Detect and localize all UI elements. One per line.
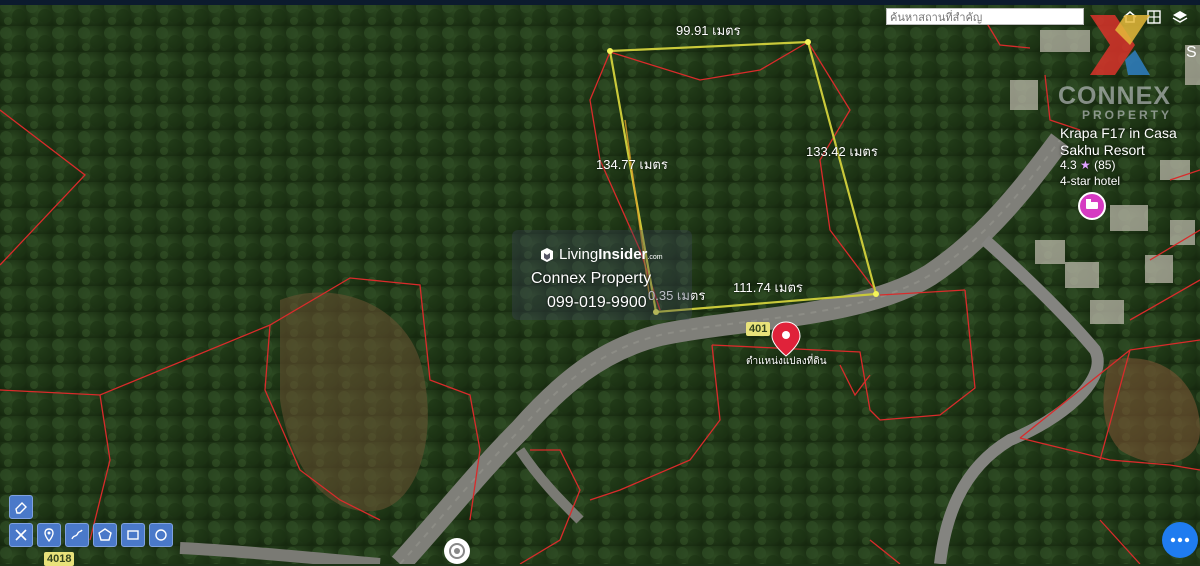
freehand-tool[interactable] <box>65 523 89 547</box>
rectangle-icon <box>127 530 139 540</box>
landmark-search-box[interactable] <box>886 8 1084 25</box>
measure-bottom: 111.74 เมตร <box>733 280 803 295</box>
measure-top: 99.91 เมตร <box>676 23 741 38</box>
star-icon: ★ <box>1080 158 1091 172</box>
hotel-marker-icon <box>1078 192 1106 220</box>
brand-suffix: .com <box>647 254 663 261</box>
more-dots-icon <box>1170 537 1190 543</box>
poi-name[interactable]: Krapa F17 in Casa Sakhu Resort <box>1060 125 1200 159</box>
poi-rating: 4.3 ★ (85) <box>1060 158 1115 172</box>
watermark-phone: 099-019-9900 <box>547 294 647 311</box>
brand-bold: Insider <box>598 246 648 263</box>
route-label-top: 401 <box>746 322 771 336</box>
eraser-icon <box>15 502 27 514</box>
watermark-company: Connex Property <box>531 270 652 287</box>
pin-icon <box>44 528 54 542</box>
polygon-icon <box>98 528 112 541</box>
layers-icon[interactable] <box>1168 6 1192 28</box>
circle-tool[interactable] <box>149 523 173 547</box>
livinginsider-icon <box>541 247 553 262</box>
ruler-icon <box>15 529 27 541</box>
pin-tool[interactable] <box>37 523 61 547</box>
pin-label: ตำแหน่งแปลงที่ดิน <box>746 356 827 367</box>
locate-icon[interactable] <box>444 538 470 564</box>
top-bar <box>0 0 1200 5</box>
map-corner-label: S <box>1186 44 1197 61</box>
connex-logo-text: CONNEX <box>1058 82 1171 110</box>
measure-right: 133.42 เมตร <box>806 144 878 159</box>
poi-category: 4-star hotel <box>1060 174 1121 188</box>
freehand-icon <box>71 529 83 540</box>
connex-logo <box>1080 10 1160 80</box>
review-count: (85) <box>1094 158 1116 172</box>
more-options-button[interactable] <box>1162 522 1198 558</box>
rating-value: 4.3 <box>1060 158 1077 172</box>
rectangle-tool[interactable] <box>121 523 145 547</box>
livinginsider-brand: Living Insider .com <box>540 246 663 263</box>
polygon-tool[interactable] <box>93 523 117 547</box>
search-input[interactable] <box>890 10 1080 25</box>
measure-left: 134.77 เมตร <box>596 157 668 172</box>
connex-logo-subtext: PROPERTY <box>1082 108 1173 122</box>
brand-light: Living <box>559 246 599 263</box>
circle-icon <box>155 529 167 541</box>
ruler-tool[interactable] <box>9 523 33 547</box>
eraser-tool[interactable] <box>9 495 33 519</box>
